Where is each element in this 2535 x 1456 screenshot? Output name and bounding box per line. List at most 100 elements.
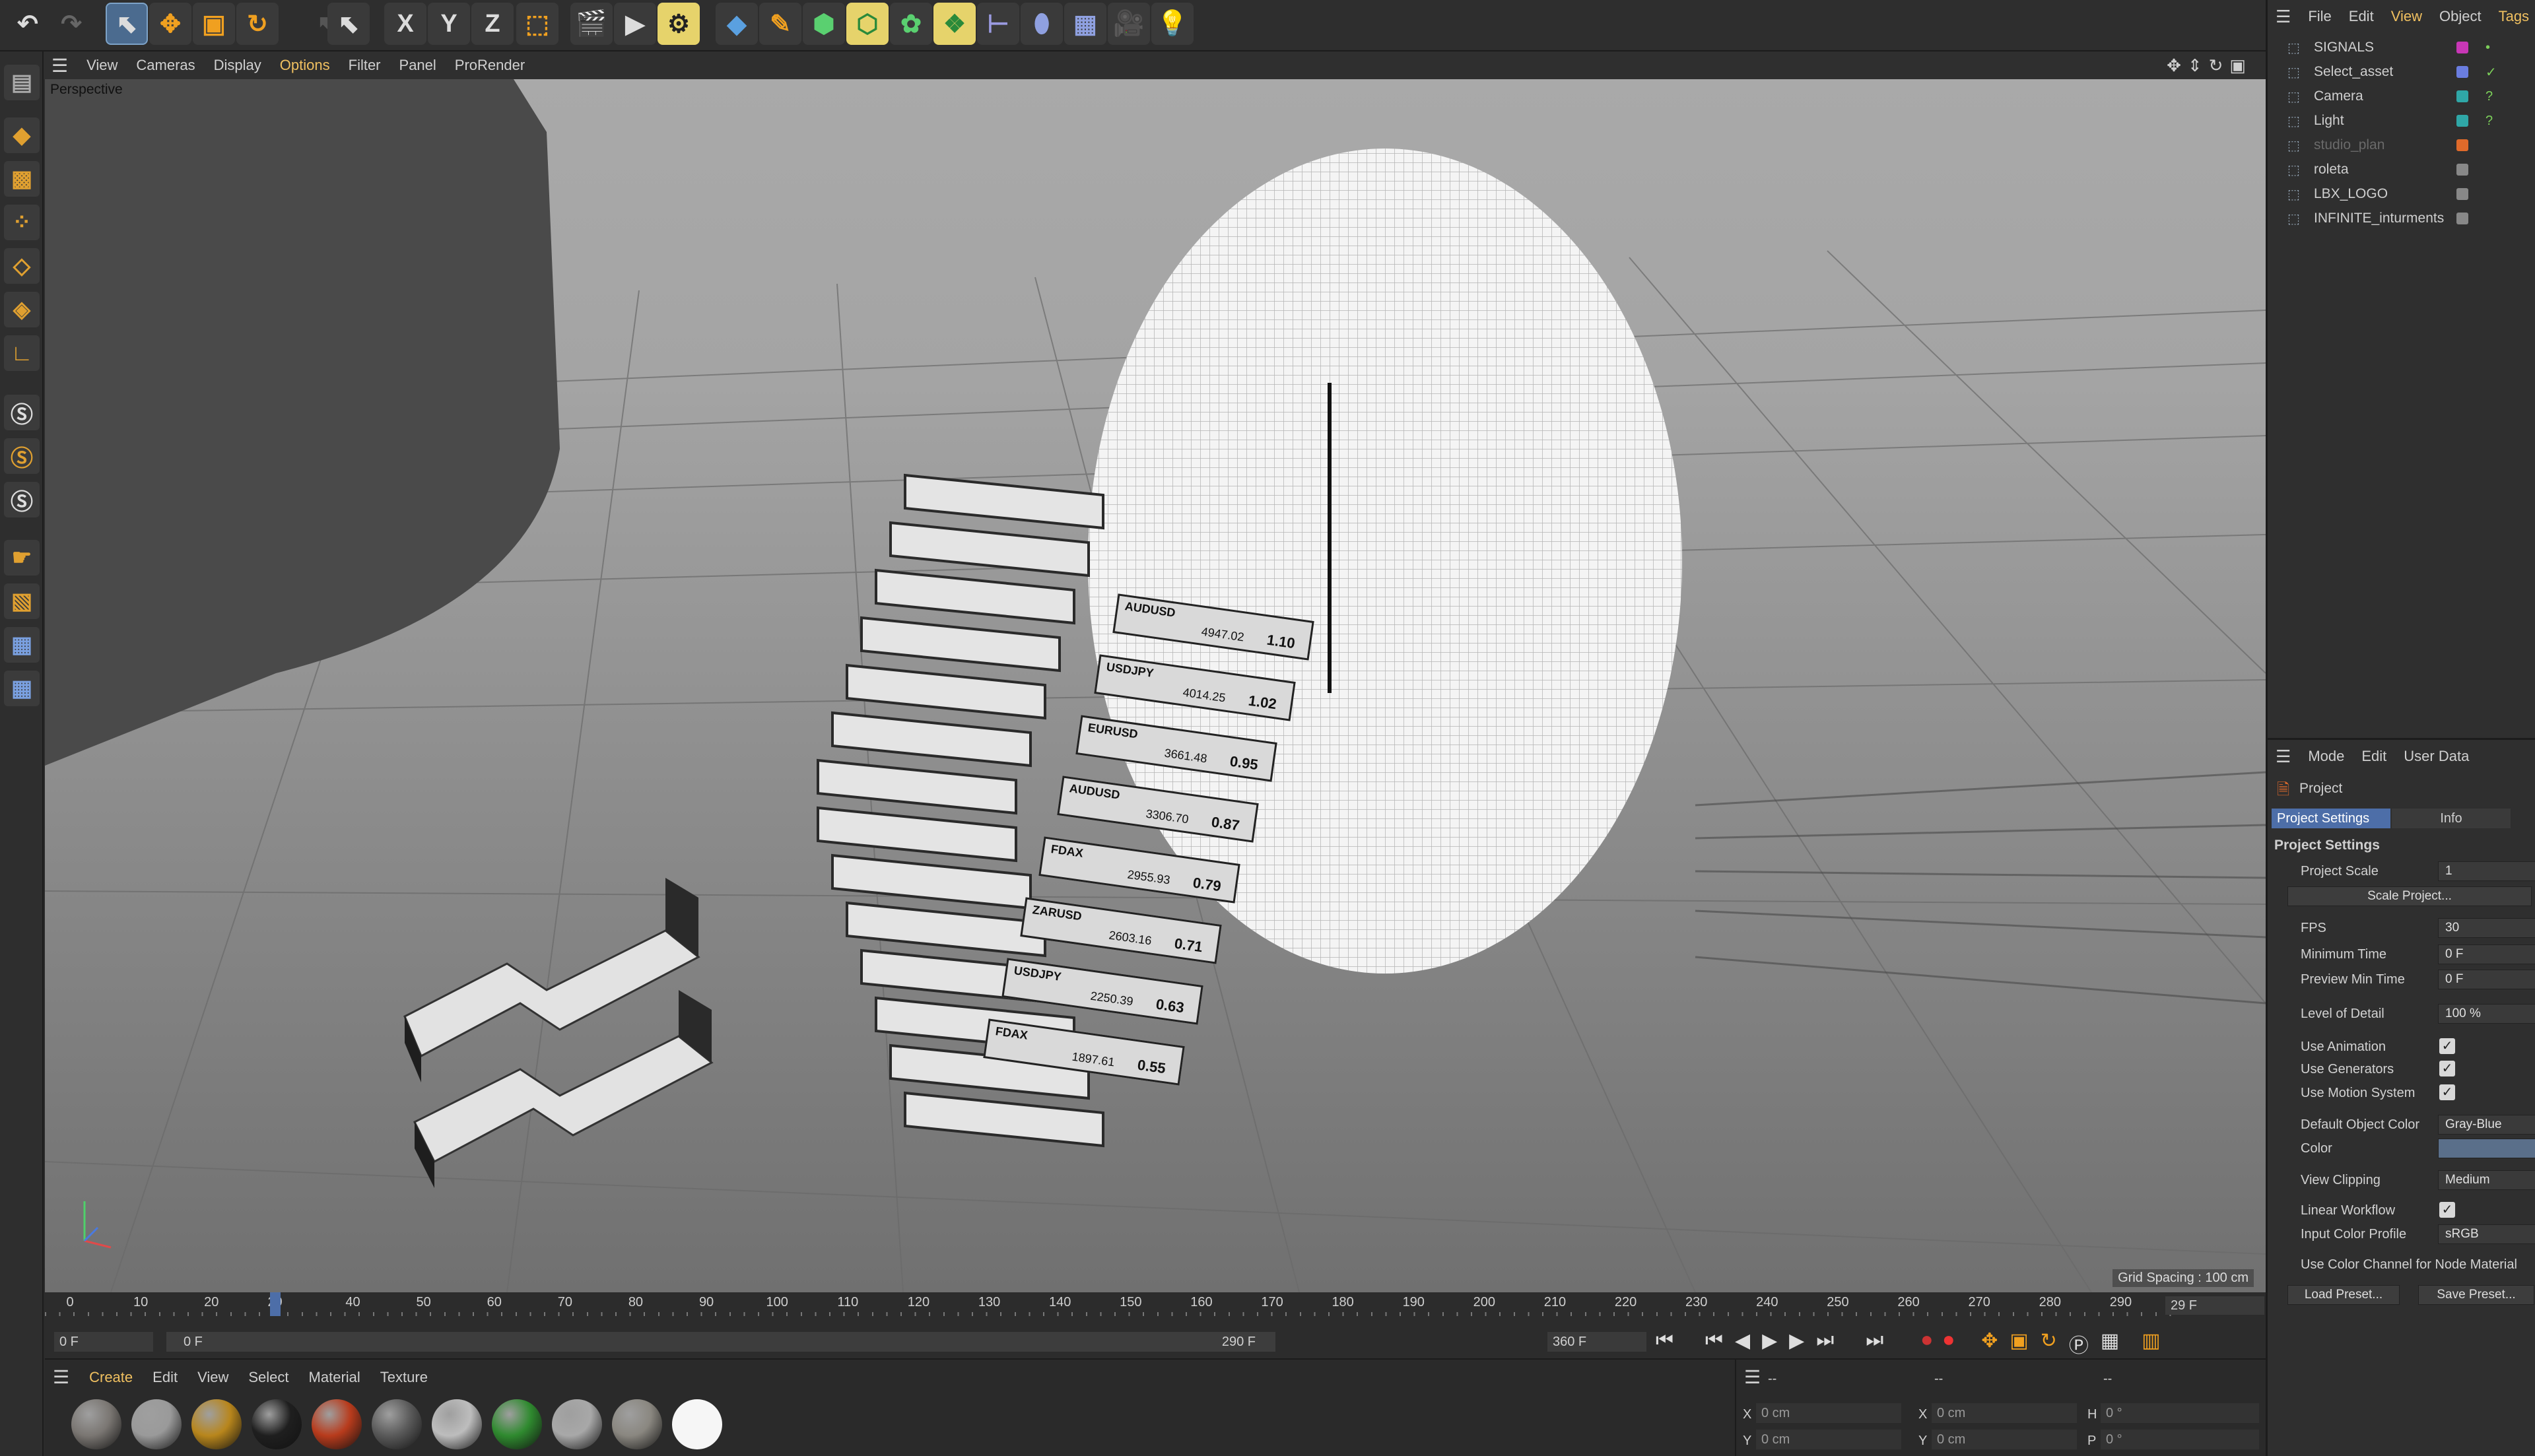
mograph-icon[interactable]: ❖	[933, 3, 976, 45]
workplane-icon[interactable]: ▧	[4, 583, 40, 619]
am-menu-edit[interactable]: Edit	[2361, 748, 2386, 765]
undo-icon[interactable]: ↶	[7, 3, 49, 45]
snap-icon[interactable]: Ⓢ	[4, 395, 40, 430]
fps-field[interactable]: 30	[2438, 918, 2535, 938]
coord-p-field[interactable]: 0 °	[2101, 1430, 2259, 1449]
tab-info[interactable]: Info	[2392, 809, 2511, 828]
camera-icon[interactable]: 🎥	[1108, 3, 1150, 45]
texture-mode-icon[interactable]: ▩	[4, 161, 40, 197]
layer-color-tag[interactable]	[2456, 115, 2468, 127]
viewport-3d[interactable]: Perspective Grid Spacing : 100 cm AUDUSD…	[45, 79, 2266, 1292]
redo-icon[interactable]: ↷	[50, 3, 92, 45]
autokey-icon[interactable]: ⏺	[1944, 1329, 1953, 1354]
object-row[interactable]: ⬚ SIGNALS •	[2268, 36, 2535, 59]
key-rotate-icon[interactable]: ↻	[2041, 1329, 2057, 1354]
model-mode-icon[interactable]: ◆	[4, 117, 40, 153]
menu-cameras[interactable]: Cameras	[136, 57, 195, 74]
scale-tool-icon[interactable]: ▣	[193, 3, 235, 45]
material-swatch[interactable]	[131, 1399, 182, 1449]
coord-h-field[interactable]: 0 °	[2101, 1403, 2259, 1423]
layer-color-tag[interactable]	[2456, 188, 2468, 200]
material-hamburger-icon[interactable]: ☰	[53, 1366, 69, 1388]
project-scale-field[interactable]: 1	[2438, 861, 2535, 881]
start-frame-field[interactable]: 0 F	[54, 1332, 153, 1352]
next-key-icon[interactable]: ⏭	[1816, 1329, 1834, 1354]
object-row[interactable]: ⬚ Light?	[2268, 109, 2535, 133]
mat-menu-select[interactable]: Select	[248, 1369, 288, 1388]
material-swatch[interactable]	[252, 1399, 302, 1449]
goto-start-icon[interactable]: ⏮	[1656, 1329, 1673, 1354]
use-motion-checkbox[interactable]: ✓	[2439, 1084, 2455, 1100]
coord-y-field[interactable]: 0 cm	[1756, 1430, 1901, 1449]
layer-color-tag[interactable]	[2456, 42, 2468, 53]
render-settings-icon[interactable]: ⚙	[658, 3, 700, 45]
min-time-field[interactable]: 0 F	[2438, 944, 2535, 964]
recent-tool-icon[interactable]: ⬉	[327, 3, 370, 45]
current-frame-field[interactable]: 29 F	[2165, 1296, 2264, 1315]
om-menu-object[interactable]: Object	[2439, 8, 2482, 25]
material-swatch[interactable]	[672, 1399, 722, 1449]
move-tool-icon[interactable]: ✥	[149, 3, 191, 45]
material-swatch[interactable]	[71, 1399, 121, 1449]
end-frame-field[interactable]: 360 F	[1547, 1332, 1646, 1352]
tab-project-settings[interactable]: Project Settings	[2272, 809, 2390, 828]
render-picture-viewer-icon[interactable]: ▶	[614, 3, 656, 45]
menu-display[interactable]: Display	[214, 57, 261, 74]
play-icon[interactable]: ▶	[1762, 1329, 1777, 1354]
workplane-snap-icon[interactable]: Ⓢ	[4, 482, 40, 517]
object-row[interactable]: ⬚ Camera?	[2268, 84, 2535, 108]
am-menu-userdata[interactable]: User Data	[2404, 748, 2469, 765]
layer-color-tag[interactable]	[2456, 164, 2468, 176]
grid-icon[interactable]: ▦	[4, 627, 40, 663]
layer-color-tag[interactable]	[2456, 139, 2468, 151]
goto-end-icon[interactable]: ⏭	[1866, 1329, 1883, 1354]
mat-menu-material[interactable]: Material	[309, 1369, 360, 1388]
mat-menu-edit[interactable]: Edit	[152, 1369, 178, 1388]
mat-menu-create[interactable]: Create	[89, 1369, 133, 1388]
linear-workflow-checkbox[interactable]: ✓	[2439, 1202, 2455, 1218]
floor-icon[interactable]: ▦	[1064, 3, 1106, 45]
viewport-nav-icons[interactable]: ✥⇕↻▣	[2167, 55, 2252, 76]
material-swatch[interactable]	[612, 1399, 662, 1449]
preview-min-field[interactable]: 0 F	[2438, 970, 2535, 989]
coord-size-y-field[interactable]: 0 cm	[1932, 1430, 2077, 1449]
menu-view[interactable]: View	[86, 57, 118, 74]
visibility-check[interactable]: ?	[2485, 114, 2493, 129]
material-swatch[interactable]	[432, 1399, 482, 1449]
material-swatch[interactable]	[372, 1399, 422, 1449]
snap-settings-icon[interactable]: Ⓢ	[4, 438, 40, 474]
timeline[interactable]: 0102029405060708090100110120130140150160…	[45, 1292, 2266, 1358]
color-swatch[interactable]	[2438, 1139, 2535, 1158]
light-icon[interactable]: 💡	[1151, 3, 1194, 45]
timeline-window-icon[interactable]: ▥	[2142, 1329, 2160, 1354]
visibility-check[interactable]: ?	[2485, 89, 2493, 104]
load-preset-button[interactable]: Load Preset...	[2287, 1285, 2400, 1305]
prev-key-icon[interactable]: ⏮	[1705, 1329, 1723, 1354]
material-swatch[interactable]	[312, 1399, 362, 1449]
menu-filter[interactable]: Filter	[349, 57, 381, 74]
locked-workplane-icon[interactable]: ▦	[4, 671, 40, 706]
prev-frame-icon[interactable]: ◀	[1735, 1329, 1750, 1354]
layer-color-tag[interactable]	[2456, 213, 2468, 224]
y-axis-button[interactable]: Y	[428, 3, 470, 45]
field-icon[interactable]: ⊢	[977, 3, 1019, 45]
make-editable-icon[interactable]: ▤	[4, 65, 40, 100]
rotate-tool-icon[interactable]: ↻	[236, 3, 279, 45]
coords-hamburger-icon[interactable]: ☰	[1744, 1366, 1761, 1388]
z-axis-button[interactable]: Z	[471, 3, 514, 45]
coordinate-system-icon[interactable]: ⬚	[516, 3, 558, 45]
layer-color-tag[interactable]	[2456, 90, 2468, 102]
pen-icon[interactable]: ✎	[759, 3, 801, 45]
use-animation-checkbox[interactable]: ✓	[2439, 1038, 2455, 1054]
visibility-check[interactable]: •	[2485, 40, 2490, 55]
menu-prorender[interactable]: ProRender	[455, 57, 525, 74]
om-hamburger-icon[interactable]: ☰	[2276, 7, 2291, 27]
material-swatch[interactable]	[191, 1399, 242, 1449]
scale-project-button[interactable]: Scale Project...	[2287, 886, 2532, 906]
object-row[interactable]: ⬚ studio_plan	[2268, 133, 2535, 157]
cloner-icon[interactable]: ⬡	[846, 3, 889, 45]
mat-menu-view[interactable]: View	[197, 1369, 228, 1388]
lod-field[interactable]: 100 %	[2438, 1004, 2535, 1024]
om-menu-view[interactable]: View	[2391, 8, 2422, 25]
sculpt-icon[interactable]: ☛	[4, 540, 40, 576]
